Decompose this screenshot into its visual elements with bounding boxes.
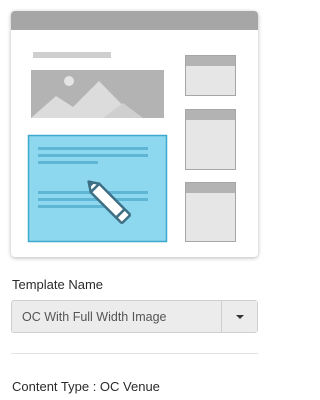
template-name-selected-value[interactable]: OC With Full Width Image (12, 301, 221, 332)
sidebar-widget-3 (185, 182, 236, 242)
template-preview-illustration (11, 11, 258, 243)
content-type-label: Content Type : OC Venue (12, 379, 160, 394)
template-name-label: Template Name (12, 277, 104, 292)
template-panel: Template Name OC With Full Width Image C… (0, 0, 270, 400)
caret-down-icon (235, 314, 244, 319)
template-name-select[interactable]: OC With Full Width Image (11, 300, 258, 333)
sidebar-widget-2 (185, 109, 236, 170)
mountain-image-icon (31, 70, 164, 118)
template-name-dropdown-button[interactable] (221, 301, 257, 332)
sidebar-widget-1 (185, 55, 236, 96)
template-preview-card[interactable] (11, 11, 258, 257)
section-divider (11, 353, 258, 354)
preview-header-bar (11, 11, 258, 30)
preview-title-line (33, 52, 111, 58)
